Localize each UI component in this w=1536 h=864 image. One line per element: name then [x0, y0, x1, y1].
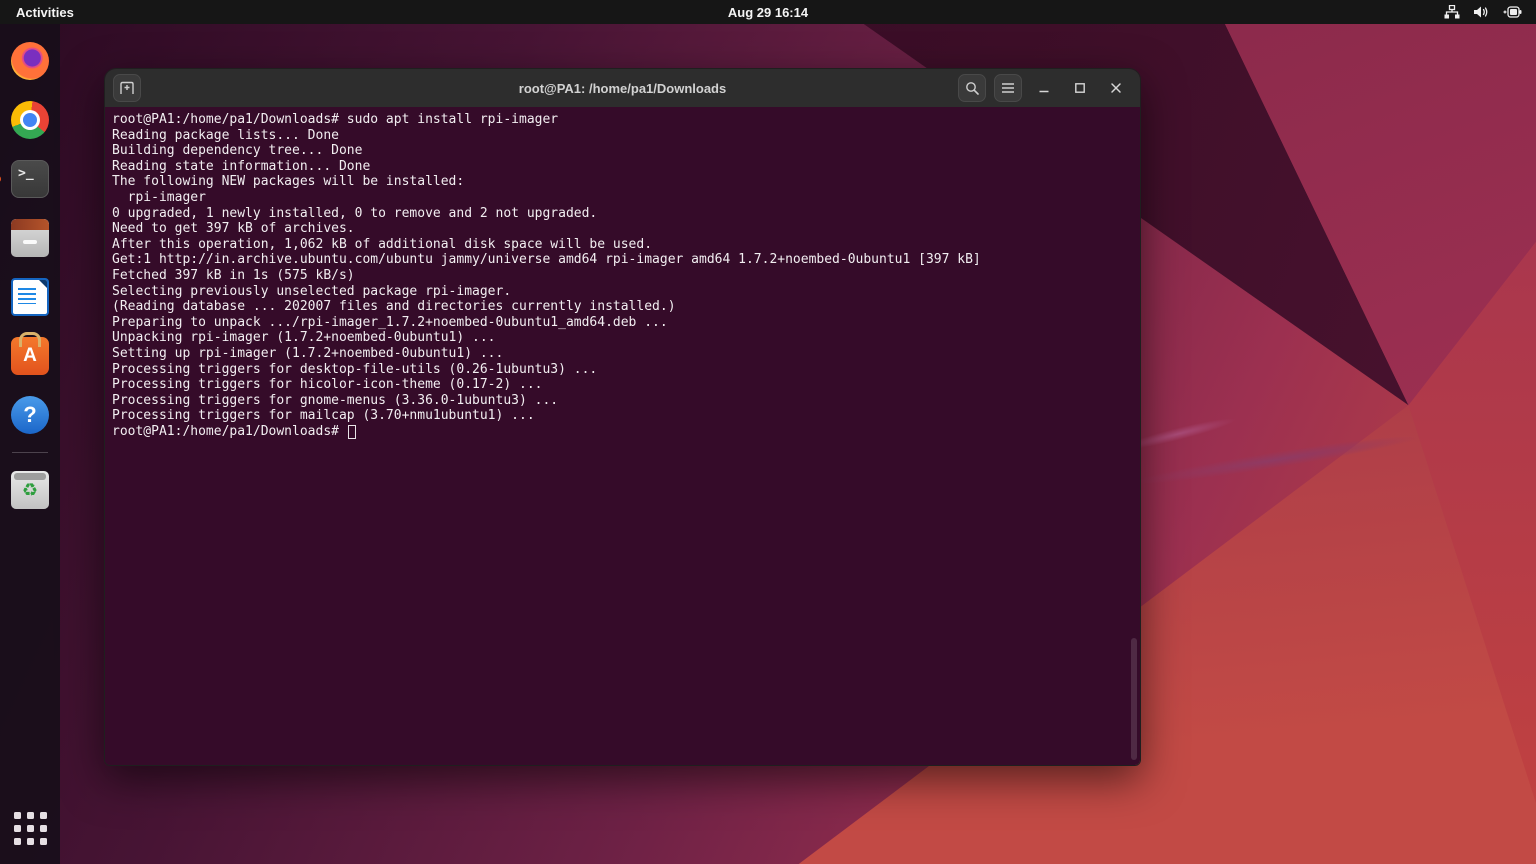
dock-item-firefox[interactable]	[6, 37, 54, 85]
terminal-prompt: root@PA1:/home/pa1/Downloads#	[112, 423, 347, 439]
search-icon	[966, 82, 979, 95]
dock-item-chrome[interactable]	[6, 96, 54, 144]
terminal-icon: >_	[11, 160, 49, 198]
terminal-line: Building dependency tree... Done	[112, 143, 363, 159]
new-tab-icon	[120, 81, 134, 94]
terminal-line: Selecting previously unselected package …	[112, 283, 512, 299]
window-titlebar[interactable]: root@PA1: /home/pa1/Downloads	[105, 69, 1140, 107]
terminal-cursor	[347, 424, 356, 439]
maximize-icon	[1075, 83, 1085, 93]
menu-button[interactable]	[994, 74, 1022, 102]
terminal-line: rpi-imager	[112, 189, 206, 205]
search-button[interactable]	[958, 74, 986, 102]
dock-item-files[interactable]	[6, 214, 54, 262]
terminal-line: Processing triggers for hicolor-icon-the…	[112, 377, 543, 393]
system-status-tray[interactable]	[1444, 5, 1522, 19]
terminal-line: (Reading database ... 202007 files and d…	[112, 299, 676, 315]
terminal-line: Processing triggers for mailcap (3.70+nm…	[112, 408, 535, 424]
terminal-line: Need to get 397 kB of archives.	[112, 221, 355, 237]
dock-item-trash[interactable]: ♻	[6, 466, 54, 514]
close-button[interactable]	[1102, 74, 1130, 102]
terminal-line: 0 upgraded, 1 newly installed, 0 to remo…	[112, 205, 598, 221]
terminal-line: Get:1 http://in.archive.ubuntu.com/ubunt…	[112, 252, 981, 268]
dock-item-help[interactable]: ?	[6, 391, 54, 439]
dock-item-terminal[interactable]: >_	[0, 155, 54, 203]
help-icon: ?	[11, 396, 49, 434]
terminal-line: Processing triggers for gnome-menus (3.3…	[112, 392, 559, 408]
files-icon	[11, 219, 49, 257]
terminal-output: root@PA1:/home/pa1/Downloads# sudo apt i…	[112, 112, 1140, 424]
terminal-window: root@PA1: /home/pa1/Downloads root@PA1:/…	[104, 68, 1141, 766]
terminal-line: Fetched 397 kB in 1s (575 kB/s)	[112, 267, 355, 283]
running-indicator-dot	[0, 175, 1, 183]
terminal-line: Processing triggers for desktop-file-uti…	[112, 361, 598, 377]
terminal-line: The following NEW packages will be insta…	[112, 174, 465, 190]
dock-item-ubuntu-software[interactable]: A	[6, 332, 54, 380]
terminal-line: Preparing to unpack .../rpi-imager_1.7.2…	[112, 314, 668, 330]
chrome-icon	[11, 101, 49, 139]
dock-item-libreoffice-writer[interactable]	[6, 273, 54, 321]
app-grid-icon	[13, 811, 47, 845]
terminal-content[interactable]: root@PA1:/home/pa1/Downloads# sudo apt i…	[105, 107, 1140, 765]
minimize-button[interactable]	[1030, 74, 1058, 102]
terminal-line: After this operation, 1,062 kB of additi…	[112, 236, 653, 252]
terminal-scrollbar-thumb[interactable]	[1131, 638, 1137, 760]
terminal-line: Unpacking rpi-imager (1.7.2+noembed-0ubu…	[112, 330, 496, 346]
new-tab-button[interactable]	[113, 74, 141, 102]
minimize-icon	[1039, 90, 1049, 93]
terminal-line: root@PA1:/home/pa1/Downloads# sudo apt i…	[112, 112, 559, 127]
top-bar: Activities Aug 29 16:14	[0, 0, 1536, 24]
battery-icon	[1502, 5, 1522, 19]
network-icon	[1444, 5, 1460, 19]
terminal-line: Reading state information... Done	[112, 158, 371, 174]
dock-separator	[12, 452, 48, 453]
ubuntu-software-icon: A	[11, 337, 49, 375]
maximize-button[interactable]	[1066, 74, 1094, 102]
clock[interactable]: Aug 29 16:14	[728, 5, 808, 20]
close-icon	[1111, 83, 1121, 93]
hamburger-menu-icon	[1002, 83, 1014, 93]
volume-icon	[1473, 5, 1489, 19]
show-applications-button[interactable]	[6, 804, 54, 852]
terminal-line: Reading package lists... Done	[112, 127, 339, 143]
terminal-prompt-line: root@PA1:/home/pa1/Downloads#	[112, 424, 1140, 440]
dock: >_ A ? ♻	[0, 24, 60, 864]
libreoffice-writer-icon	[11, 278, 49, 316]
window-title: root@PA1: /home/pa1/Downloads	[518, 80, 727, 96]
firefox-icon	[11, 42, 49, 80]
terminal-line: Setting up rpi-imager (1.7.2+noembed-0ub…	[112, 345, 504, 361]
activities-button[interactable]: Activities	[16, 5, 74, 20]
trash-icon: ♻	[11, 471, 49, 509]
